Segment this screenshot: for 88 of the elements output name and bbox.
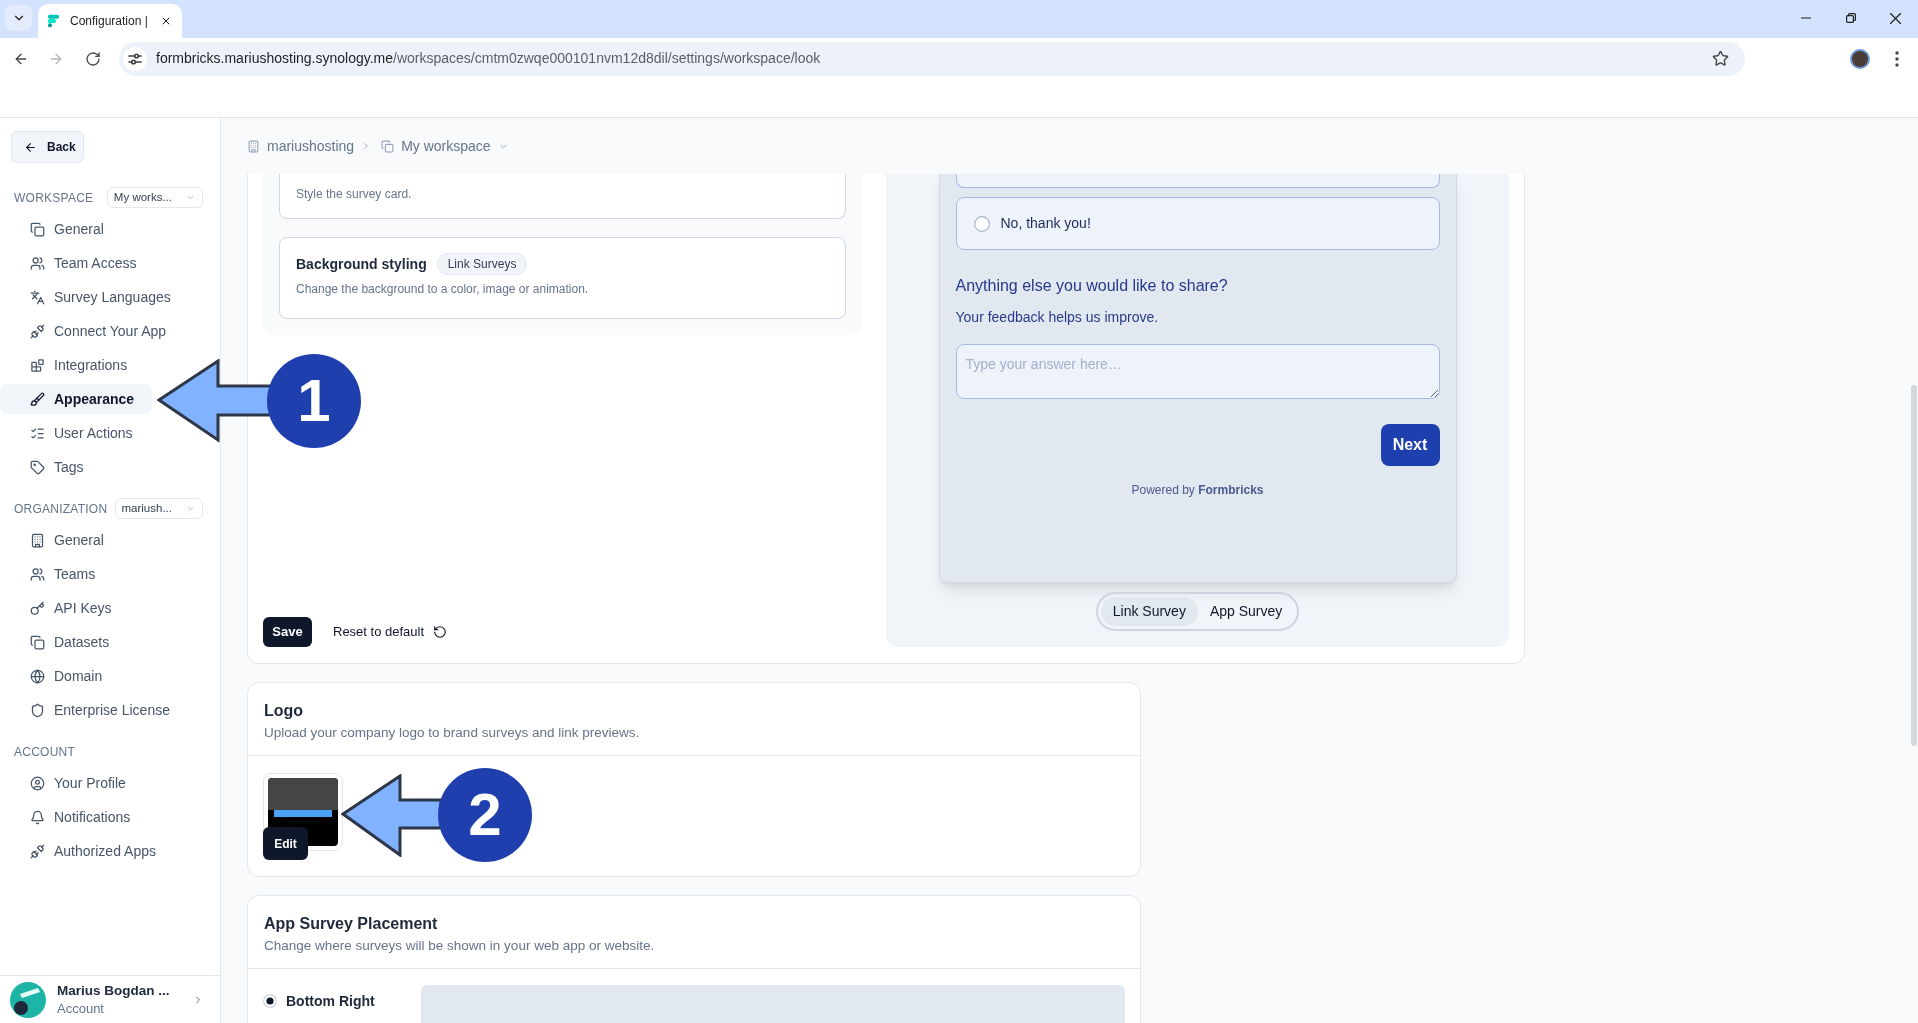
sidebar-item[interactable]: General (0, 525, 122, 555)
sidebar-item[interactable]: Integrations (0, 350, 146, 380)
back-button[interactable]: Back (11, 131, 84, 163)
minimize-icon[interactable] (1800, 17, 1811, 19)
save-button[interactable]: Save (263, 617, 312, 647)
sidebar-item[interactable]: Survey Languages (0, 282, 189, 312)
shield-icon (30, 702, 45, 718)
undo-icon (433, 625, 448, 639)
translate-icon (30, 289, 45, 305)
sidebar-item[interactable]: API Keys (0, 593, 130, 623)
user-role: Account (57, 1000, 105, 1017)
stacked-squares-icon (381, 139, 395, 153)
sliders-icon[interactable] (123, 46, 147, 71)
tag-icon (30, 459, 45, 475)
sidebar-item[interactable]: Appearance (0, 384, 153, 414)
scrollbar-thumb[interactable] (1911, 385, 1917, 746)
users-icon (30, 255, 45, 271)
users-icon (30, 566, 45, 582)
plug-icon (30, 843, 45, 859)
scope-dropdown[interactable]: mariush... (114, 498, 203, 519)
stacked-squares-icon (30, 221, 45, 237)
answer-field[interactable]: Type your answer here… (955, 344, 1440, 399)
blocks-icon (30, 357, 45, 373)
placement-option[interactable]: Bottom Right (263, 993, 421, 1009)
building-icon (30, 532, 45, 548)
tab-favicon-icon (48, 14, 59, 28)
preview-tab[interactable]: App Survey (1197, 597, 1295, 626)
preview-tab[interactable]: Link Survey (1100, 597, 1198, 626)
chevron-down-icon (186, 193, 195, 202)
card-title: Background styling (296, 254, 427, 274)
plug-icon (30, 323, 45, 339)
key-icon (30, 600, 45, 616)
card-description: Change the background to a color, image or animation. (296, 281, 590, 298)
section-title: App Survey Placement (264, 914, 439, 934)
question-title: Anything else you would like to share? (955, 276, 1229, 296)
section-label: ACCOUNT (14, 743, 75, 761)
profile-avatar[interactable] (1850, 48, 1870, 69)
answer-option[interactable]: No, thank you! (955, 197, 1440, 250)
section-description: Upload your company logo to brand surveys and link previews. (264, 724, 641, 742)
sidebar-item[interactable]: Domain (0, 661, 121, 691)
checklist-icon (30, 425, 45, 441)
sidebar-item[interactable]: Datasets (0, 627, 128, 657)
powered-by-text: Powered by Formbricks (1131, 482, 1264, 498)
sidebar-item[interactable]: Notifications (0, 802, 149, 832)
breadcrumb-link[interactable]: My workspace (381, 135, 509, 157)
sidebar-item[interactable]: General (0, 214, 122, 244)
styling-card[interactable]: Background styling Link Surveys Change the background to a color, image or animation. (279, 237, 846, 319)
survey-type-badge: Link Surveys (436, 253, 528, 275)
restore-icon[interactable] (1845, 13, 1856, 23)
question-description: Your feedback helps us improve. (955, 308, 1160, 327)
sidebar-item[interactable]: Team Access (0, 248, 155, 278)
stacked-squares-icon (30, 634, 45, 650)
scope-dropdown[interactable]: My works... (106, 187, 203, 208)
section-description: Change where surveys will be shown in your web app or website. (264, 937, 656, 955)
globe-icon (30, 668, 45, 684)
sidebar-item[interactable]: Connect Your App (0, 316, 185, 346)
browser-tab[interactable]: Configuration | (38, 4, 182, 38)
brush-icon (30, 391, 45, 407)
edit-button[interactable]: Edit (263, 827, 308, 860)
section-label: WORKSPACE (14, 189, 94, 207)
address-bar[interactable]: formbricks.mariushosting.synology.me/workspaces/cmtm0zwqe000101nvm12d8dil/settings/workspace/look (119, 41, 1745, 76)
building-icon (247, 139, 260, 153)
chevron-down-icon (186, 504, 195, 513)
reset-button[interactable]: Reset to default (333, 622, 448, 642)
close-icon[interactable] (1890, 12, 1901, 24)
arrow-left-icon (24, 140, 37, 154)
sidebar-item[interactable]: Enterprise License (0, 695, 188, 725)
bell-icon (30, 809, 45, 825)
sidebar-item[interactable]: Authorized Apps (0, 836, 174, 866)
card-description: Style the survey card. (296, 186, 413, 203)
sidebar-item[interactable]: Tags (0, 452, 102, 482)
sidebar-item[interactable]: Your Profile (0, 768, 144, 798)
next-button[interactable]: Next (1380, 424, 1440, 466)
user-circle-icon (30, 775, 45, 791)
breadcrumb-link[interactable]: mariushosting (247, 135, 355, 157)
url-text[interactable]: formbricks.mariushosting.synology.me/workspaces/cmtm0zwqe000101nvm12d8dil/settings/workspace/look (156, 48, 821, 69)
bookmark-star-icon[interactable] (1712, 50, 1729, 67)
more-menu-icon[interactable] (1895, 50, 1899, 67)
reload-icon[interactable] (85, 50, 101, 67)
close-icon[interactable] (160, 15, 172, 27)
user-name: Marius Bogdan ... (57, 982, 170, 1000)
user-avatar (10, 981, 46, 1018)
sidebar-item[interactable]: User Actions (0, 418, 151, 448)
user-menu[interactable]: Marius Bogdan ... Account (0, 975, 220, 1023)
styling-card[interactable]: Style the survey card. (279, 174, 846, 219)
section-label: ORGANIZATION (14, 500, 108, 518)
sidebar-item[interactable]: Teams (0, 559, 114, 589)
section-title: Logo (264, 701, 305, 721)
